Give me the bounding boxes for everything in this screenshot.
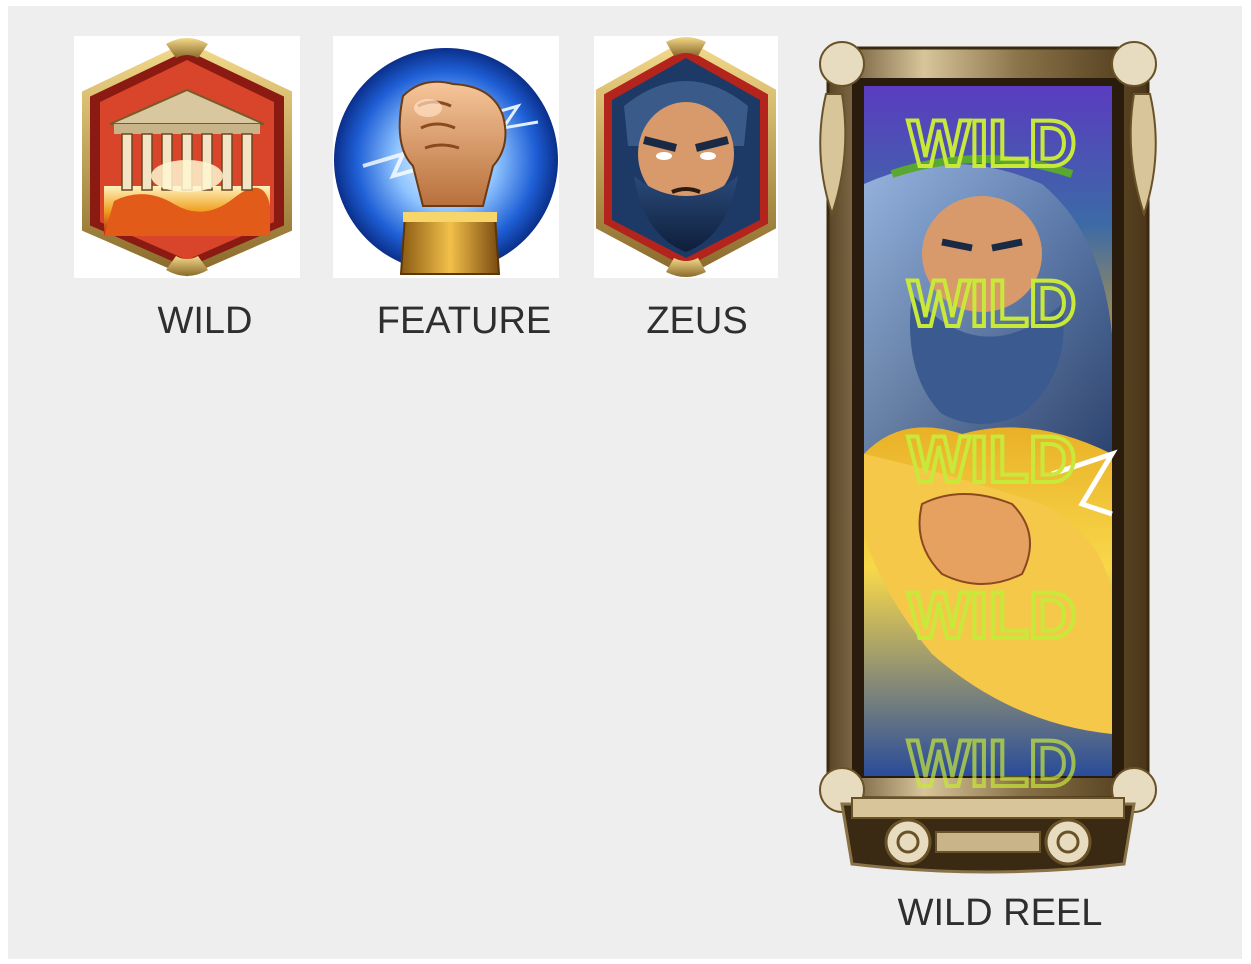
- wild-overlay-text: WILD: [908, 266, 1077, 340]
- feature-symbol: [333, 36, 559, 278]
- wild-reel-label: WILD REEL: [897, 892, 1103, 934]
- wild-overlay-text: WILD: [908, 422, 1077, 496]
- zeus-label: ZEUS: [646, 300, 748, 342]
- feature-label: FEATURE: [376, 300, 552, 342]
- wild-overlay-text: WILD: [908, 106, 1077, 180]
- zeus-symbol: [594, 36, 778, 278]
- temple-icon: [82, 38, 292, 277]
- wild-overlay-text: WILD: [908, 578, 1077, 652]
- wild-symbol: [74, 36, 300, 278]
- wild-overlay-text: WILD: [908, 726, 1077, 800]
- zeus-face-icon: [596, 37, 776, 277]
- fist-lightning-icon: [334, 48, 558, 275]
- zeus-wild-reel-icon: WILD WILD WILD WILD WILD: [819, 41, 1157, 874]
- wild-label: WILD: [157, 300, 253, 342]
- wild-reel-symbol: WILD WILD WILD WILD WILD: [812, 34, 1164, 876]
